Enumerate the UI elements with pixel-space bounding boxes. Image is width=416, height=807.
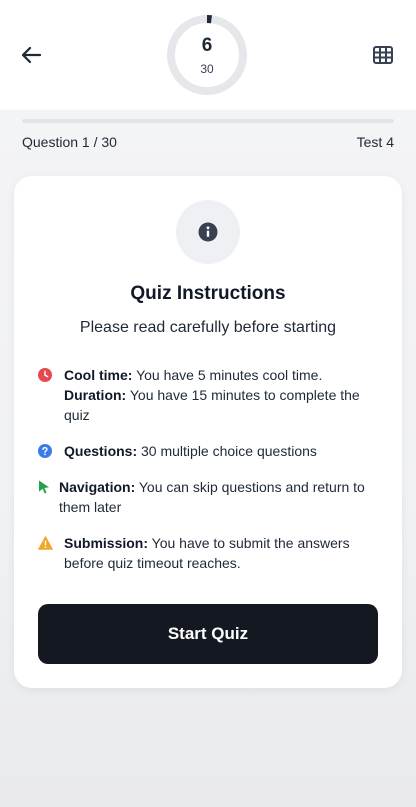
top-bar: 6 30 — [0, 0, 416, 110]
timer-value: 6 — [201, 35, 213, 56]
list-item-timing: Cool time: You have 5 minutes cool time.… — [38, 365, 382, 425]
back-button[interactable] — [18, 42, 44, 68]
info-icon — [198, 222, 218, 242]
cool-time-text: You have 5 minutes cool time. — [132, 367, 323, 383]
start-quiz-button[interactable]: Start Quiz — [38, 604, 378, 664]
cool-time-label: Cool time: — [64, 367, 133, 383]
card-subtitle: Please read carefully before starting — [79, 319, 337, 336]
submission-label: Submission: — [64, 535, 149, 551]
card-title: Quiz Instructions — [130, 283, 286, 304]
navigation-label: Navigation: — [59, 479, 136, 495]
grid-icon — [373, 46, 393, 64]
list-item-navigation: Navigation: You can skip questions and r… — [38, 477, 382, 517]
warning-icon — [38, 533, 64, 553]
instructions-list: Cool time: You have 5 minutes cool time.… — [38, 365, 382, 589]
quiz-progress-bar — [22, 119, 394, 123]
questions-text: 30 multiple choice questions — [137, 443, 317, 459]
countdown-timer: 6 30 — [166, 14, 248, 96]
list-item-submission: Submission: You have to submit the answe… — [38, 533, 382, 573]
question-counter: Question 1 / 30 — [22, 134, 117, 150]
questions-label: Questions: — [64, 443, 138, 459]
timer-total: 30 — [200, 62, 214, 76]
duration-label: Duration: — [64, 387, 127, 403]
arrow-left-icon — [21, 46, 41, 64]
info-badge — [176, 200, 240, 264]
question-grid-button[interactable] — [372, 44, 394, 66]
instructions-card: Quiz Instructions Please read carefully … — [14, 176, 402, 688]
cursor-icon — [38, 477, 59, 497]
list-item-questions: Questions: 30 multiple choice questions — [38, 441, 382, 461]
test-name: Test 4 — [356, 134, 394, 150]
clock-icon — [38, 365, 64, 385]
question-icon — [38, 441, 64, 461]
